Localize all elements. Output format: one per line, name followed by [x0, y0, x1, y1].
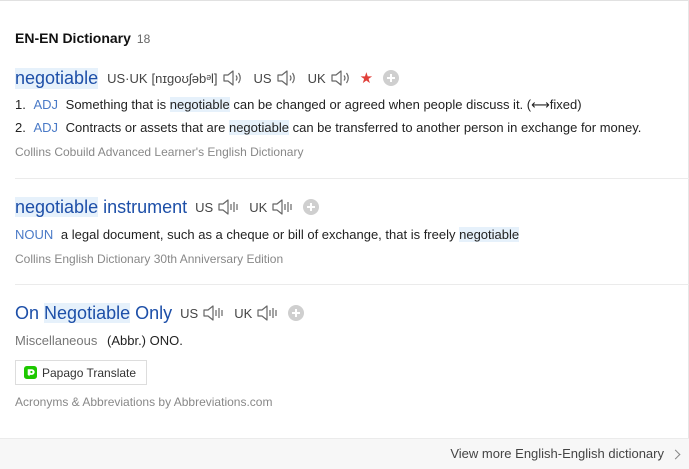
definition-row: NOUN a legal document, such as a cheque … — [15, 225, 683, 245]
papago-icon — [24, 366, 37, 379]
definition-text: can be changed or agreed when people dis… — [233, 97, 582, 112]
pron-label-uk: UK — [307, 70, 326, 86]
chevron-right-icon — [670, 449, 681, 459]
category-label: Miscellaneous — [15, 333, 98, 348]
top-divider — [0, 0, 689, 1]
headword-rest: instrument — [103, 196, 188, 217]
view-more-link[interactable]: View more English-English dictionary — [450, 446, 681, 461]
headword-row: negotiable instrument US UK — [15, 195, 683, 219]
plus-icon[interactable] — [288, 305, 305, 321]
headword-highlight: negotiable — [15, 196, 99, 217]
entry-negotiable-instrument: negotiable instrument US UK NOUN a legal… — [15, 195, 683, 267]
speaker-icon[interactable] — [256, 303, 278, 323]
papago-translate-label: Papago Translate — [42, 365, 137, 380]
headword-post: Only — [135, 302, 173, 323]
speaker-icon[interactable] — [330, 68, 352, 88]
plus-icon[interactable] — [383, 70, 400, 86]
entry-on-negotiable-only: On Negotiable Only US UK Miscellaneous (… — [15, 301, 683, 410]
dictionary-source: Acronyms & Abbreviations by Abbreviation… — [15, 395, 273, 409]
headword-link[interactable]: On Negotiable Only — [15, 302, 173, 324]
part-of-speech: ADJ — [33, 97, 59, 112]
speaker-icon[interactable] — [276, 68, 298, 88]
section-header: EN-EN Dictionary 18 — [15, 30, 150, 46]
headword-link[interactable]: negotiable instrument — [15, 196, 188, 218]
view-more-label: View more English-English dictionary — [450, 446, 664, 461]
definition-text: can be transferred to another person in … — [292, 120, 642, 135]
plus-icon[interactable] — [303, 199, 320, 215]
definition-row: Miscellaneous (Abbr.) ONO. — [15, 331, 683, 351]
definition-row: 1. ADJ Something that is negotiable can … — [15, 95, 683, 115]
definition-text: (Abbr.) ONO. — [107, 333, 183, 348]
result-count: 18 — [136, 32, 151, 46]
headword-pre: On — [15, 302, 40, 323]
pron-label-uk: UK — [234, 305, 253, 321]
papago-translate-button[interactable]: Papago Translate — [15, 360, 148, 385]
dictionary-source: Collins English Dictionary 30th Annivers… — [15, 252, 284, 266]
definition-number: 2. — [15, 120, 26, 135]
footer-bar: View more English-English dictionary — [0, 438, 689, 469]
part-of-speech: NOUN — [15, 227, 54, 242]
entry-divider — [15, 178, 689, 179]
definition-number: 1. — [15, 97, 26, 112]
headword-row: negotiable US·UK [nɪɡoʊʃəbᵊl] US UK ★ — [15, 66, 683, 90]
pron-label-us: US — [195, 199, 214, 215]
definition-text: Contracts or assets that are — [65, 120, 226, 135]
part-of-speech: ADJ — [33, 120, 59, 135]
pron-label-uk: UK — [249, 199, 268, 215]
section-title: EN-EN Dictionary — [15, 30, 131, 46]
definition-text: a legal document, such as a cheque or bi… — [60, 227, 456, 242]
dictionary-source: Collins Cobuild Advanced Learner's Engli… — [15, 145, 304, 159]
headword-highlight: Negotiable — [44, 302, 131, 323]
pron-label-us-uk: US·UK — [107, 70, 148, 86]
highlighted-term: negotiable — [459, 227, 520, 242]
phonetic: [nɪɡoʊʃəbᵊl] — [151, 70, 218, 86]
pron-label-us: US — [253, 70, 272, 86]
pron-label-us: US — [180, 305, 199, 321]
definition-row: 2. ADJ Contracts or assets that are nego… — [15, 118, 683, 138]
headword-link[interactable]: negotiable — [15, 67, 99, 89]
highlighted-term: negotiable — [228, 120, 289, 135]
highlighted-term: negotiable — [169, 97, 230, 112]
entry-divider — [15, 284, 689, 285]
speaker-icon[interactable] — [271, 197, 293, 217]
definition-text: Something that is — [65, 97, 167, 112]
speaker-icon[interactable] — [222, 68, 244, 88]
headword-row: On Negotiable Only US UK — [15, 301, 683, 325]
speaker-icon[interactable] — [202, 303, 224, 323]
entry-negotiable: negotiable US·UK [nɪɡoʊʃəbᵊl] US UK ★ 1.… — [15, 66, 683, 160]
star-icon[interactable]: ★ — [360, 71, 373, 86]
speaker-icon[interactable] — [217, 197, 239, 217]
